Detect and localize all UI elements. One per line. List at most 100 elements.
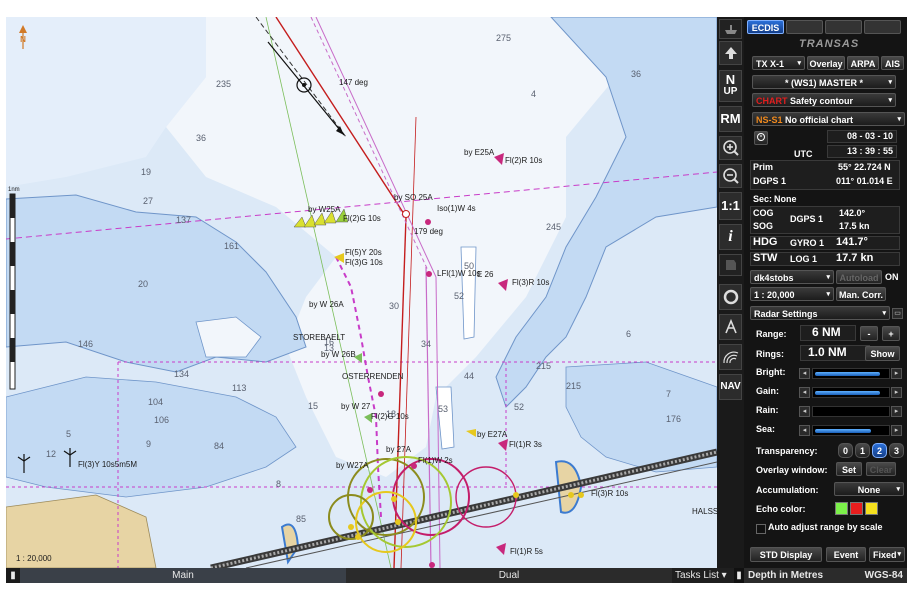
- main-view-tab[interactable]: Main: [20, 568, 346, 583]
- transas-logo: TRANSAS: [799, 38, 860, 50]
- depth: 106: [154, 415, 169, 425]
- chart-folio-select[interactable]: dk4stobs ▾: [750, 270, 834, 284]
- auto-adjust-label: Auto adjust range by scale: [768, 522, 883, 532]
- chart-label: by E27A: [477, 430, 508, 439]
- sea-label: Sea:: [756, 424, 776, 434]
- chart-label: Fl(1)R 3s: [509, 440, 542, 449]
- range-value: 6 NM: [812, 325, 841, 339]
- radar-settings-select[interactable]: Radar Settings ▾: [750, 306, 890, 320]
- chart-label: by W 26B: [321, 350, 356, 359]
- gain-increase-icon[interactable]: ▸: [891, 387, 902, 398]
- chart-canvas[interactable]: N 1nm 1 : 20,000 235 36 275 19 4 36 137 …: [6, 17, 717, 568]
- chevron-down-icon: ▾: [897, 116, 901, 123]
- event-button[interactable]: Event: [826, 547, 866, 562]
- up-arrow-icon[interactable]: [719, 41, 742, 65]
- depth: 52: [454, 291, 464, 301]
- arpa-button[interactable]: ARPA: [847, 56, 879, 70]
- datum-label: WGS-84: [864, 570, 903, 581]
- sea-increase-icon[interactable]: ▸: [891, 425, 902, 436]
- range-plus-button[interactable]: +: [882, 326, 900, 341]
- dual-view-tab[interactable]: Dual: [346, 568, 672, 583]
- bright-slider[interactable]: [812, 368, 890, 379]
- transparency-0[interactable]: 0: [838, 443, 853, 458]
- zoom-in-icon[interactable]: [719, 136, 742, 160]
- nautical-chart[interactable]: N 1nm 1 : 20,000 235 36 275 19 4 36 137 …: [6, 17, 717, 568]
- dual-view-label: Dual: [498, 570, 520, 581]
- cog-label: COG: [753, 208, 774, 218]
- panel-toggle-left-icon[interactable]: ▮: [6, 568, 20, 583]
- tx-select[interactable]: TX X-1 ▾: [752, 56, 805, 70]
- transparency-2[interactable]: 2: [872, 443, 887, 458]
- tab-2[interactable]: [786, 20, 823, 34]
- depth: 4: [531, 89, 536, 99]
- bright-decrease-icon[interactable]: ◂: [799, 368, 810, 379]
- scale-select[interactable]: 1 : 20,000 ▾: [750, 287, 834, 301]
- std-display-button[interactable]: STD Display: [750, 547, 822, 562]
- ring-icon[interactable]: [719, 284, 742, 310]
- stw-label: STW: [753, 252, 778, 264]
- gain-decrease-icon[interactable]: ◂: [799, 387, 810, 398]
- chart-select[interactable]: CHART Safety contour ▾: [752, 93, 896, 107]
- overlay-clear-button[interactable]: Clear: [866, 462, 896, 476]
- gain-slider[interactable]: [812, 387, 890, 398]
- rm-button[interactable]: RM: [719, 106, 742, 132]
- accumulation-select[interactable]: None ▾: [834, 482, 904, 496]
- panel-toggle-right-icon[interactable]: ▮: [734, 568, 744, 583]
- transparency-1[interactable]: 1: [855, 443, 870, 458]
- ns-select[interactable]: NS-S1 No official chart ▾: [752, 112, 905, 126]
- clock-icon: [757, 133, 765, 141]
- layers-icon[interactable]: [719, 254, 742, 276]
- overlay-button[interactable]: Overlay: [807, 56, 845, 70]
- tab-3[interactable]: [825, 20, 862, 34]
- ship-icon[interactable]: [719, 19, 742, 39]
- man-corr-button[interactable]: Man. Corr.: [836, 287, 886, 301]
- depth: 275: [496, 33, 511, 43]
- rm-label: RM: [720, 111, 741, 126]
- tx-select-value: TX X-1: [756, 59, 785, 69]
- depth: 53: [438, 404, 448, 414]
- chevron-down-icon: ▾: [882, 310, 886, 317]
- rings-show-button[interactable]: Show: [865, 346, 900, 361]
- detach-icon[interactable]: ▭: [892, 308, 903, 319]
- sea-slider[interactable]: [812, 425, 890, 436]
- info-button[interactable]: i: [719, 224, 742, 250]
- depth: 215: [566, 381, 581, 391]
- transparency-3[interactable]: 3: [889, 443, 904, 458]
- one-to-one-button[interactable]: 1:1: [719, 192, 742, 220]
- control-panel: ECDIS TRANSAS TX X-1 ▾ Overlay ARPA AIS *…: [744, 17, 907, 568]
- echo-color-green[interactable]: [835, 502, 848, 515]
- ns-tag: NS-S1: [756, 115, 783, 125]
- tasks-list-button[interactable]: Tasks List ▾: [672, 568, 735, 583]
- zoom-out-icon[interactable]: [719, 164, 742, 188]
- rain-decrease-icon[interactable]: ◂: [799, 406, 810, 417]
- depth: 104: [148, 397, 163, 407]
- echo-color-red[interactable]: [850, 502, 863, 515]
- nav-button[interactable]: NAV: [719, 374, 742, 400]
- tab-4[interactable]: [864, 20, 901, 34]
- ais-button[interactable]: AIS: [881, 56, 904, 70]
- rain-slider[interactable]: [812, 406, 890, 417]
- rain-increase-icon[interactable]: ▸: [891, 406, 902, 417]
- compass-icon[interactable]: [719, 314, 742, 340]
- n-up-button[interactable]: N UP: [719, 70, 742, 102]
- auto-adjust-checkbox[interactable]: [756, 524, 766, 534]
- sea-decrease-icon[interactable]: ◂: [799, 425, 810, 436]
- radar-icon[interactable]: [719, 344, 742, 370]
- master-select[interactable]: * (WS1) MASTER * ▾: [752, 75, 896, 89]
- chevron-down-icon: ▾: [826, 274, 830, 281]
- depth: 15: [308, 401, 318, 411]
- bright-increase-icon[interactable]: ▸: [891, 368, 902, 379]
- nav-label: NAV: [720, 381, 741, 392]
- tab-ecdis[interactable]: ECDIS: [747, 20, 784, 34]
- main-view-label: Main: [172, 570, 194, 581]
- clock-button[interactable]: [754, 131, 768, 145]
- overlay-set-button[interactable]: Set: [836, 462, 862, 476]
- fixed-select[interactable]: Fixed ▾: [869, 547, 905, 562]
- autoload-button[interactable]: Autoload: [836, 270, 882, 284]
- stw-value: 17.7 kn: [836, 252, 874, 264]
- depth: 36: [196, 133, 206, 143]
- chart-label: Fl(2)R 10s: [505, 156, 542, 165]
- echo-color-yellow[interactable]: [865, 502, 878, 515]
- chart-value: Safety contour: [790, 96, 854, 106]
- range-minus-button[interactable]: -: [860, 326, 878, 341]
